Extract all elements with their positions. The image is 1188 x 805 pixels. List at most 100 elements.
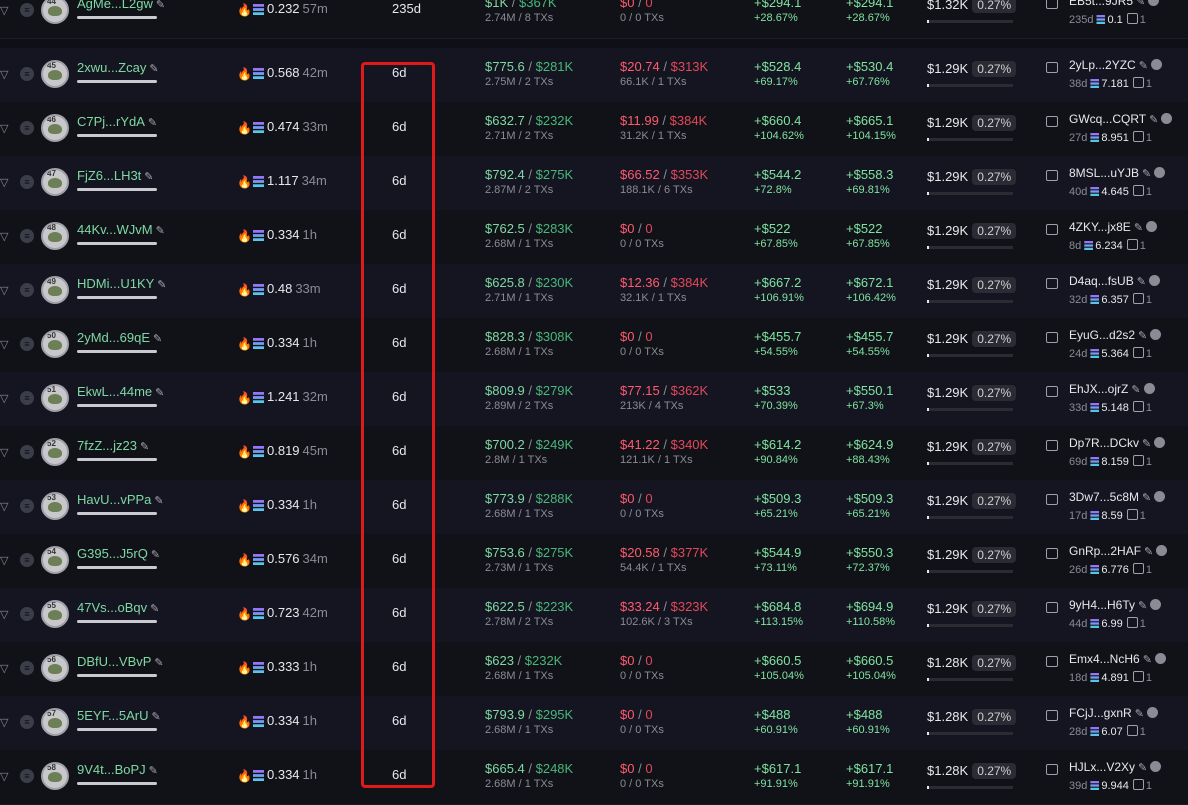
wallet-name[interactable]: 9V4t...BoPJ ✎ xyxy=(77,762,158,777)
wallet-name-text[interactable]: G395...J5rQ xyxy=(77,546,148,561)
filter-icon[interactable]: ▽ xyxy=(0,284,10,297)
wallet-name-text[interactable]: 5EYF...5ArU xyxy=(77,708,149,723)
edit-pencil-icon[interactable]: ✎ xyxy=(151,549,160,561)
menu-icon[interactable] xyxy=(1150,329,1162,340)
list-icon[interactable]: ≡ xyxy=(20,715,34,729)
funding-wallet-name[interactable]: HJLx...V2Xy xyxy=(1069,760,1135,774)
menu-icon[interactable] xyxy=(1150,59,1162,70)
edit-pencil-icon[interactable]: ✎ xyxy=(1134,222,1143,234)
table-row[interactable]: ▽ ≡ 51 EkwL...44me ✎ 🔥 1.241 32m 6d $809.9 / $279… xyxy=(0,372,1188,427)
wallet-name-text[interactable]: 44Kv...WJvM xyxy=(77,222,153,237)
table-row[interactable]: ▽ ≡ 55 47Vs...oBqv ✎ 🔥 0.723 42m 6d $622.5 / $223… xyxy=(0,588,1188,643)
funding-icon[interactable] xyxy=(1046,386,1058,397)
funding-wallet[interactable]: Emx4...NcH6 ✎ xyxy=(1069,652,1166,666)
wallet-name[interactable]: 2xwu...Zcay ✎ xyxy=(77,60,159,75)
funding-wallet[interactable]: HJLx...V2Xy ✎ xyxy=(1069,760,1162,774)
menu-icon[interactable] xyxy=(1146,221,1158,232)
table-row[interactable]: ▽ ≡ 45 2xwu...Zcay ✎ 🔥 0.568 42m 6d $775.6 / $281… xyxy=(0,48,1188,103)
wallet-name-text[interactable]: DBfU...VBvP xyxy=(77,654,151,669)
table-row[interactable]: ▽ ≡ 56 DBfU...VBvP ✎ 🔥 0.333 1h 6d $623 / $232K 2.… xyxy=(0,642,1188,697)
funding-wallet-name[interactable]: EB5t...9JR5 xyxy=(1069,0,1133,8)
list-icon[interactable]: ≡ xyxy=(20,337,34,351)
funding-wallet[interactable]: EhJX...ojrZ ✎ xyxy=(1069,382,1155,396)
wallet-name-text[interactable]: EkwL...44me xyxy=(77,384,152,399)
funding-wallet-name[interactable]: 4ZKY...jx8E xyxy=(1069,220,1131,234)
wallet-name-text[interactable]: HDMi...U1KY xyxy=(77,276,154,291)
funding-wallet-name[interactable]: D4aq...fsUB xyxy=(1069,274,1134,288)
funding-icon[interactable] xyxy=(1046,440,1058,451)
funding-wallet-name[interactable]: 8MSL...uYJB xyxy=(1069,166,1139,180)
table-row[interactable]: ▽ ≡ 46 C7Pj...rYdA ✎ 🔥 0.474 33m 6d $632.7 / $232… xyxy=(0,102,1188,157)
edit-pencil-icon[interactable]: ✎ xyxy=(1136,0,1145,8)
edit-pencil-icon[interactable]: ✎ xyxy=(144,171,153,183)
edit-pencil-icon[interactable]: ✎ xyxy=(1138,762,1147,774)
list-icon[interactable]: ≡ xyxy=(20,229,34,243)
menu-icon[interactable] xyxy=(1161,113,1173,124)
list-icon[interactable]: ≡ xyxy=(20,121,34,135)
edit-pencil-icon[interactable]: ✎ xyxy=(1149,114,1158,126)
wallet-name[interactable]: DBfU...VBvP ✎ xyxy=(77,654,164,669)
filter-icon[interactable]: ▽ xyxy=(0,554,10,567)
funding-wallet-name[interactable]: GnRp...2HAF xyxy=(1069,544,1141,558)
funding-icon[interactable] xyxy=(1046,332,1058,343)
menu-icon[interactable] xyxy=(1146,707,1158,718)
wallet-name-text[interactable]: 47Vs...oBqv xyxy=(77,600,147,615)
menu-icon[interactable] xyxy=(1154,491,1166,502)
filter-icon[interactable]: ▽ xyxy=(0,230,10,243)
list-icon[interactable]: ≡ xyxy=(20,445,34,459)
wallet-name[interactable]: HavU...vPPa ✎ xyxy=(77,492,164,507)
funding-icon[interactable] xyxy=(1046,764,1058,775)
edit-pencil-icon[interactable]: ✎ xyxy=(1138,600,1147,612)
wallet-name[interactable]: G395...J5rQ ✎ xyxy=(77,546,160,561)
table-row[interactable]: ▽ ≡ 53 HavU...vPPa ✎ 🔥 0.334 1h 6d $773.9 / $288K… xyxy=(0,480,1188,535)
wallet-name-text[interactable]: AgMe...L2gw xyxy=(77,0,153,11)
edit-pencil-icon[interactable]: ✎ xyxy=(1137,276,1146,288)
funding-wallet[interactable]: 2yLp...2YZC ✎ xyxy=(1069,58,1162,72)
wallet-name[interactable]: FjZ6...LH3t ✎ xyxy=(77,168,154,183)
funding-wallet-name[interactable]: EyuG...d2s2 xyxy=(1069,328,1135,342)
list-icon[interactable]: ≡ xyxy=(20,175,34,189)
funding-wallet-name[interactable]: Dp7R...DCkv xyxy=(1069,436,1139,450)
wallet-name-text[interactable]: 2yMd...69qE xyxy=(77,330,150,345)
edit-pencil-icon[interactable]: ✎ xyxy=(153,333,162,345)
menu-icon[interactable] xyxy=(1154,437,1166,448)
funding-icon[interactable] xyxy=(1046,278,1058,289)
list-icon[interactable]: ≡ xyxy=(20,3,34,17)
funding-icon[interactable] xyxy=(1046,62,1058,73)
list-icon[interactable]: ≡ xyxy=(20,391,34,405)
menu-icon[interactable] xyxy=(1143,383,1155,394)
edit-pencil-icon[interactable]: ✎ xyxy=(1142,168,1151,180)
wallet-name[interactable]: 2yMd...69qE ✎ xyxy=(77,330,162,345)
edit-pencil-icon[interactable]: ✎ xyxy=(1135,708,1144,720)
edit-pencil-icon[interactable]: ✎ xyxy=(1143,654,1152,666)
menu-icon[interactable] xyxy=(1148,0,1160,6)
menu-icon[interactable] xyxy=(1154,167,1166,178)
edit-pencil-icon[interactable]: ✎ xyxy=(1142,438,1151,450)
edit-pencil-icon[interactable]: ✎ xyxy=(1142,492,1151,504)
edit-pencil-icon[interactable]: ✎ xyxy=(150,603,159,615)
list-icon[interactable]: ≡ xyxy=(20,661,34,675)
wallet-name[interactable]: HDMi...U1KY ✎ xyxy=(77,276,167,291)
funding-wallet[interactable]: EB5t...9JR5 ✎ xyxy=(1069,0,1160,8)
wallet-name[interactable]: C7Pj...rYdA ✎ xyxy=(77,114,157,129)
table-row[interactable]: ▽ ≡ 58 9V4t...BoPJ ✎ 🔥 0.334 1h 6d $665.4 / $248K… xyxy=(0,750,1188,805)
funding-icon[interactable] xyxy=(1046,116,1058,127)
menu-icon[interactable] xyxy=(1148,275,1160,286)
edit-pencil-icon[interactable]: ✎ xyxy=(1139,60,1148,72)
filter-icon[interactable]: ▽ xyxy=(0,770,10,783)
edit-pencil-icon[interactable]: ✎ xyxy=(156,225,165,237)
wallet-name-text[interactable]: 2xwu...Zcay xyxy=(77,60,146,75)
filter-icon[interactable]: ▽ xyxy=(0,608,10,621)
table-row[interactable]: ▽ ≡ 49 HDMi...U1KY ✎ 🔥 0.48 33m 6d $625.8 / $230K… xyxy=(0,264,1188,319)
edit-pencil-icon[interactable]: ✎ xyxy=(157,279,166,291)
funding-icon[interactable] xyxy=(1046,170,1058,181)
list-icon[interactable]: ≡ xyxy=(20,67,34,81)
filter-icon[interactable]: ▽ xyxy=(0,392,10,405)
edit-pencil-icon[interactable]: ✎ xyxy=(1131,384,1140,396)
filter-icon[interactable]: ▽ xyxy=(0,662,10,675)
funding-wallet[interactable]: FCjJ...gxnR ✎ xyxy=(1069,706,1158,720)
filter-icon[interactable]: ▽ xyxy=(0,500,10,513)
edit-pencil-icon[interactable]: ✎ xyxy=(152,711,161,723)
funding-wallet-name[interactable]: EhJX...ojrZ xyxy=(1069,382,1128,396)
edit-pencil-icon[interactable]: ✎ xyxy=(154,657,163,669)
